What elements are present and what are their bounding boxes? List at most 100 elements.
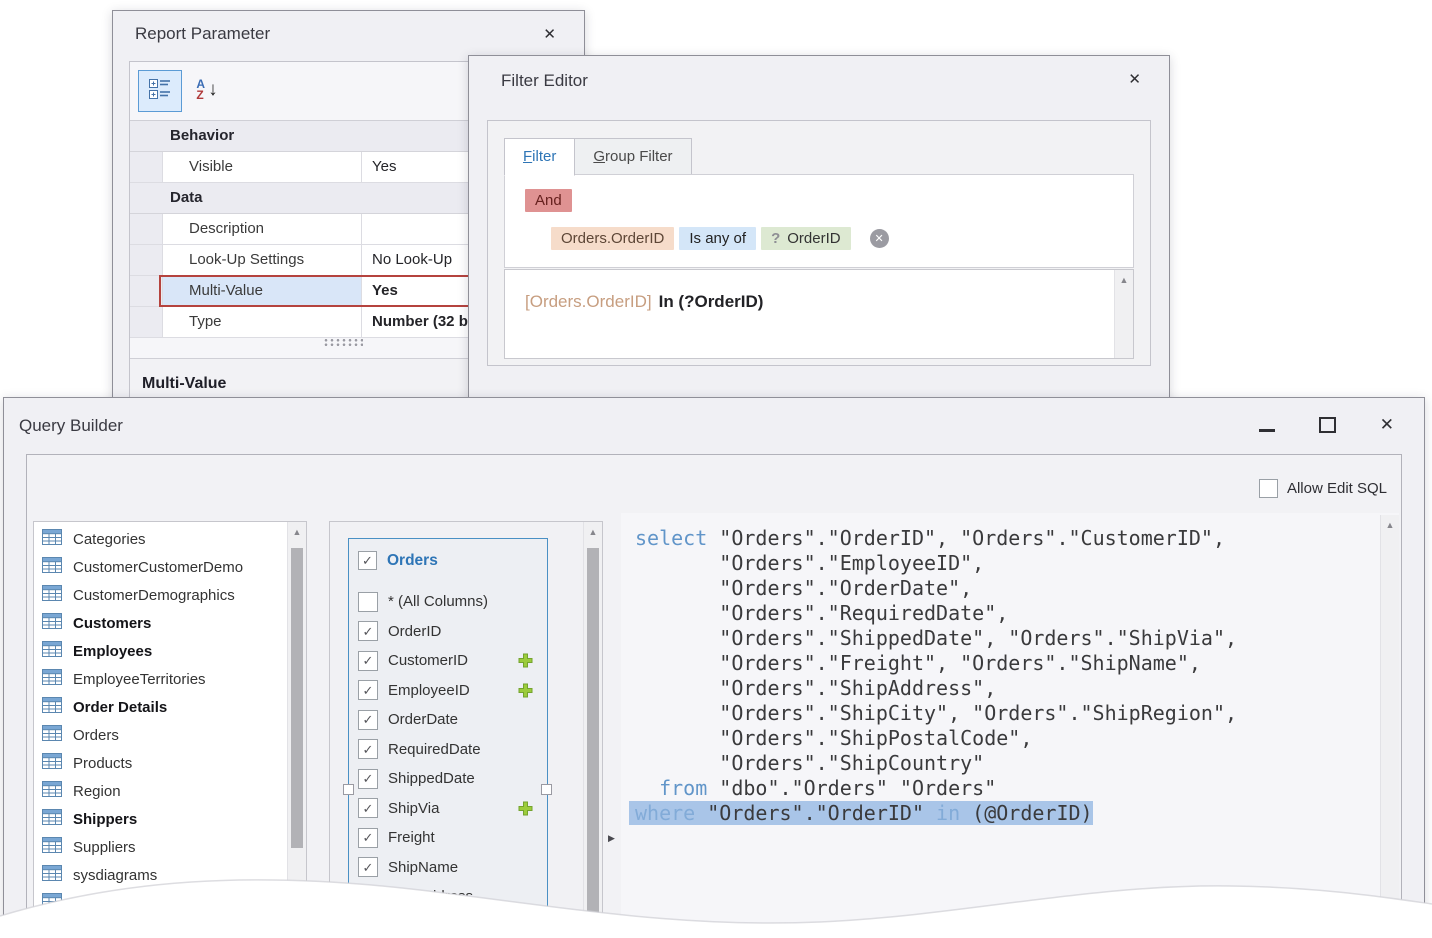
query-builder-titlebar[interactable]: Query Builder ✕ <box>4 398 1424 454</box>
column-checkbox[interactable]: ✓ <box>358 651 378 671</box>
table-item-label: Shippers <box>73 811 137 828</box>
sql-editor[interactable]: select "Orders"."OrderID", "Orders"."Cus… <box>621 513 1399 929</box>
minimize-icon[interactable] <box>1259 429 1275 432</box>
table-item-order-details[interactable]: Order Details <box>34 693 287 721</box>
table-item-customers[interactable]: Customers <box>34 609 287 637</box>
close-icon[interactable]: ✕ <box>1128 70 1141 88</box>
table-item-orders[interactable]: Orders <box>34 721 287 749</box>
sql-scrollbar[interactable]: ▲ <box>1380 515 1399 927</box>
column-row-all-columns[interactable]: * (All Columns) <box>349 587 547 617</box>
column-row-shippeddate[interactable]: ✓ShippedDate <box>349 764 547 794</box>
table-item-categories[interactable]: Categories <box>34 525 287 553</box>
and-operator-chip[interactable]: And <box>525 189 572 212</box>
table-icon <box>42 641 62 661</box>
table-icon <box>42 837 62 857</box>
orders-table-checkbox[interactable]: ✓ <box>358 551 377 570</box>
filter-editor-titlebar[interactable]: Filter Editor ✕ <box>469 56 1169 106</box>
column-row-orderid[interactable]: ✓OrderID <box>349 617 547 647</box>
column-row-shipaddress[interactable]: ✓ShipAddress <box>349 882 547 912</box>
table-item-label: Employees <box>73 643 152 660</box>
table-item-sysdiagrams[interactable]: sysdiagrams <box>34 861 287 889</box>
close-icon[interactable]: ✕ <box>1380 415 1394 435</box>
tab-filter[interactable]: Filter <box>504 138 575 176</box>
property-name: Multi-Value <box>163 276 362 306</box>
column-row-shipname[interactable]: ✓ShipName <box>349 853 547 883</box>
categorized-view-button[interactable] <box>138 70 182 112</box>
check-icon: ✓ <box>362 554 373 567</box>
table-item-label: Products <box>73 755 132 772</box>
condition-field-chip[interactable]: Orders.OrderID <box>551 227 674 250</box>
table-item-products[interactable]: Products <box>34 749 287 777</box>
allow-edit-sql-checkbox[interactable] <box>1259 479 1278 498</box>
column-label: RequiredDate <box>388 741 481 758</box>
table-item-employees[interactable]: Employees <box>34 637 287 665</box>
column-checkbox[interactable]: ✓ <box>358 621 378 641</box>
column-row-shipvia[interactable]: ✓ ShipVia <box>349 794 547 824</box>
table-item-employeeterritories[interactable]: EmployeeTerritories <box>34 665 287 693</box>
column-checkbox[interactable]: ✓ <box>358 857 378 877</box>
sort-az-button[interactable]: A Z ↓ <box>186 70 228 110</box>
remove-condition-icon[interactable]: ✕ <box>870 229 889 248</box>
scrollbar-thumb[interactable] <box>587 548 599 928</box>
join-plus-icon[interactable] <box>518 801 533 816</box>
table-item-label: sysdiagrams <box>73 867 157 884</box>
column-checkbox[interactable] <box>358 592 378 612</box>
column-checkbox[interactable]: ✓ <box>358 769 378 789</box>
tab-group-filter[interactable]: Group Filter <box>575 138 691 176</box>
selection-handle-left[interactable] <box>343 784 354 795</box>
table-icon <box>42 865 62 885</box>
column-checkbox[interactable]: ✓ <box>358 828 378 848</box>
condition-value-chip[interactable]: ?OrderID <box>761 227 851 250</box>
column-checkbox[interactable]: ✓ <box>358 739 378 759</box>
scroll-up-icon[interactable]: ▲ <box>288 522 306 542</box>
table-item-customercustomerdemo[interactable]: CustomerCustomerDemo <box>34 553 287 581</box>
column-checkbox[interactable]: ✓ <box>358 680 378 700</box>
table-item-region[interactable]: Region <box>34 777 287 805</box>
condition-operator-chip[interactable]: Is any of <box>679 227 756 250</box>
sql-line: "Orders"."EmployeeID", <box>635 551 1399 576</box>
scrollbar-thumb[interactable] <box>291 548 303 848</box>
column-row-customerid[interactable]: ✓CustomerID <box>349 646 547 676</box>
sql-code: select "Orders"."OrderID", "Orders"."Cus… <box>621 513 1399 826</box>
column-checkbox[interactable]: ✓ <box>358 710 378 730</box>
preview-scrollbar[interactable]: ▲ <box>1114 270 1133 358</box>
column-row-requireddate[interactable]: ✓ RequiredDate <box>349 735 547 765</box>
join-plus-icon[interactable] <box>518 683 533 698</box>
report-parameter-titlebar[interactable]: Report Parameter ✕ <box>113 11 584 57</box>
scroll-up-icon[interactable]: ▲ <box>1115 270 1133 290</box>
maximize-icon[interactable] <box>1319 417 1336 433</box>
column-checkbox[interactable]: ✓ <box>358 916 378 935</box>
close-icon[interactable]: ✕ <box>543 25 556 43</box>
column-row-employeeid[interactable]: ✓EmployeeID <box>349 676 547 706</box>
check-icon: ✓ <box>363 684 374 697</box>
table-item-shippers[interactable]: Shippers <box>34 805 287 833</box>
table-icon <box>42 781 62 801</box>
column-label: ShipVia <box>388 800 439 817</box>
check-icon: ✓ <box>363 713 374 726</box>
column-checkbox[interactable]: ✓ <box>358 798 378 818</box>
column-row-freight[interactable]: ✓Freight <box>349 823 547 853</box>
filter-condition-row: Orders.OrderID Is any of ?OrderID ✕ <box>551 227 889 250</box>
join-plus-icon[interactable] <box>518 653 533 668</box>
filter-preview-text: [Orders.OrderID]In (?OrderID) <box>525 292 763 312</box>
diagram-scrollbar[interactable]: ▲ <box>583 522 602 934</box>
filter-editor-panel: FilterGroup Filter And Orders.OrderID Is… <box>487 120 1151 366</box>
splitter-collapse-icon[interactable]: ▶ <box>608 833 615 844</box>
filter-editor-window: Filter Editor ✕ FilterGroup Filter And O… <box>468 55 1170 417</box>
row-indent <box>130 152 163 182</box>
column-row-shipcity[interactable]: ✓ShipCity <box>349 912 547 936</box>
table-item-suppliers[interactable]: Suppliers <box>34 833 287 861</box>
column-checkbox[interactable]: ✓ <box>358 887 378 907</box>
table-item-customerdemographics[interactable]: CustomerDemographics <box>34 581 287 609</box>
tables-list: CategoriesCustomerCustomerDemoCustomerDe… <box>34 525 287 917</box>
scroll-up-icon[interactable]: ▲ <box>1381 515 1399 535</box>
scroll-up-icon[interactable]: ▲ <box>584 522 602 542</box>
tables-scrollbar[interactable]: ▲ <box>287 522 306 932</box>
column-row-orderdate[interactable]: ✓OrderDate <box>349 705 547 735</box>
preview-expression: In (?OrderID) <box>659 292 764 311</box>
selection-handle-right[interactable] <box>541 784 552 795</box>
table-item-territories[interactable]: Territories <box>34 889 287 917</box>
orders-table-card[interactable]: ✓ Orders * (All Columns)✓OrderID✓Custome… <box>348 538 548 935</box>
table-icon <box>42 585 62 605</box>
filter-editor-title: Filter Editor <box>469 71 588 91</box>
